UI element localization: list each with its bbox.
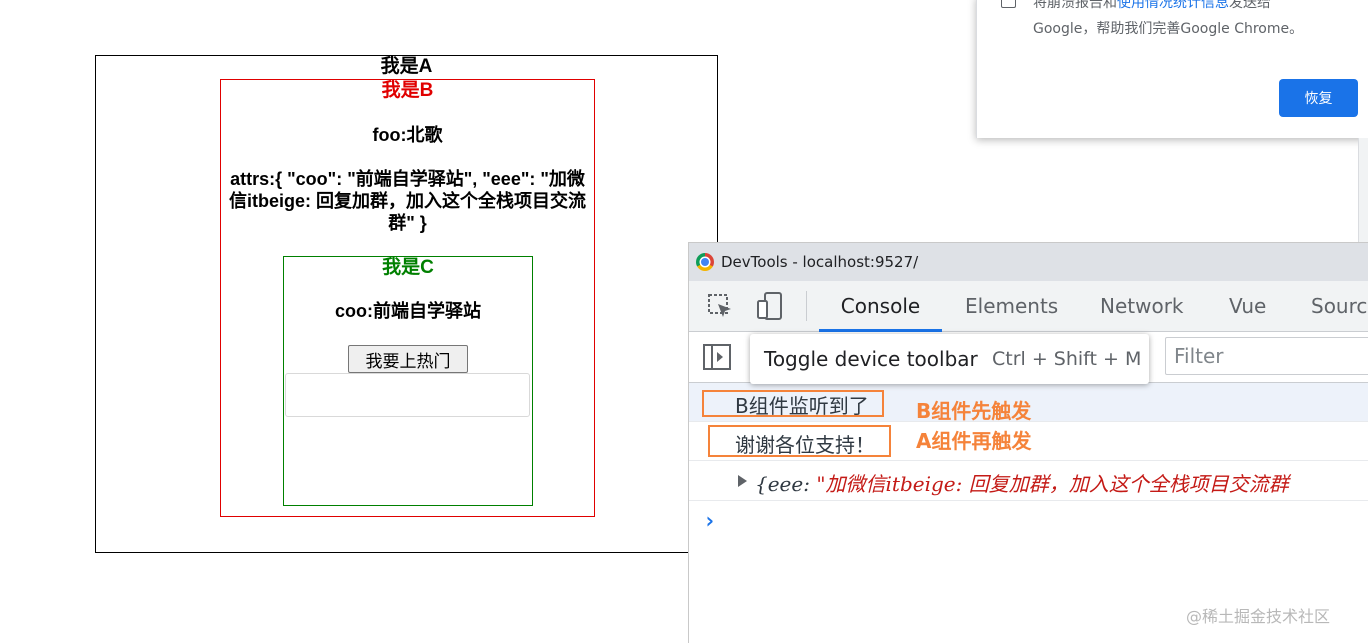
popup-message-suffix: 发送给 — [1229, 0, 1271, 11]
object-key: {eee: — [755, 472, 817, 496]
tooltip-shortcut: Ctrl + Shift + M — [992, 348, 1142, 370]
foo-text: foo:北歌 — [372, 125, 443, 145]
annotation-b-first: B组件先触发 — [916, 399, 1032, 423]
object-value: "加微信itbeige: 回复加群，加入这个全栈项目交流群 — [816, 472, 1289, 496]
restore-button[interactable]: 恢复 — [1279, 79, 1358, 117]
chrome-icon — [696, 253, 714, 271]
tab-network[interactable]: Network — [1100, 281, 1184, 331]
component-c-input[interactable] — [285, 373, 530, 417]
inspect-element-icon[interactable] — [705, 291, 735, 321]
watermark: @稀土掘金技术社区 — [1186, 607, 1331, 626]
devtools-window-title: DevTools - localhost:9527/ — [721, 253, 919, 271]
crash-report-checkbox[interactable] — [1001, 0, 1016, 8]
console-toolbar: Toggle device toolbar Ctrl + Shift + M — [689, 332, 1368, 384]
usage-stats-link[interactable]: 使用情况统计信息 — [1117, 0, 1229, 11]
tab-sources[interactable]: Sourc — [1311, 281, 1367, 331]
device-toolbar-icon[interactable] — [755, 291, 785, 321]
console-object-row[interactable]: {eee: "加微信itbeige: 回复加群，加入这个全栈项目交流群 — [689, 461, 1368, 501]
tab-console[interactable]: Console — [819, 281, 942, 332]
screenshot: 我是A 我是B foo:北歌 attrs:{ "coo": "前端自学驿站", … — [0, 0, 1368, 643]
tab-vue[interactable]: Vue — [1229, 281, 1266, 331]
expand-triangle-icon[interactable] — [738, 475, 747, 487]
annotation-box-a — [708, 425, 891, 457]
coo-text: coo:前端自学驿站 — [335, 301, 481, 321]
devtools-titlebar[interactable]: DevTools - localhost:9527/ — [689, 243, 1368, 281]
component-b-title: 我是B — [381, 80, 434, 101]
console-prompt-icon[interactable]: › — [703, 509, 716, 534]
annotation-a-second: A组件再触发 — [916, 429, 1032, 453]
popup-message-prefix: 将崩溃报告和 — [1033, 0, 1117, 11]
tab-elements[interactable]: Elements — [965, 281, 1058, 331]
tooltip-label: Toggle device toolbar — [764, 347, 978, 371]
console-object-preview: {eee: "加微信itbeige: 回复加群，加入这个全栈项目交流群 — [755, 468, 1289, 497]
popup-message-line1: 将崩溃报告和使用情况统计信息发送给 — [1033, 0, 1271, 10]
browser-scroll-strip — [1358, 138, 1368, 244]
crash-report-popup: 将崩溃报告和使用情况统计信息发送给 Google，帮助我们完善Google Ch… — [976, 0, 1368, 138]
devtools-tabbar: Console Elements Network Vue Sourc — [689, 281, 1368, 332]
toolbar-separator — [806, 291, 807, 321]
attrs-text: attrs:{ "coo": "前端自学驿站", "eee": "加微信itbe… — [228, 169, 586, 233]
annotation-box-b — [702, 390, 884, 417]
component-c-title: 我是C — [382, 257, 434, 278]
go-trending-button[interactable]: 我要上热门 — [348, 345, 468, 373]
device-toolbar-tooltip: Toggle device toolbar Ctrl + Shift + M — [750, 334, 1149, 384]
component-c-box: 我是C coo:前端自学驿站 我要上热门 — [283, 256, 533, 506]
console-sidebar-icon[interactable] — [703, 344, 731, 370]
popup-message-line2: Google，帮助我们完善Google Chrome。 — [1033, 21, 1304, 37]
component-a-title: 我是A — [380, 56, 433, 77]
console-filter-input[interactable] — [1165, 337, 1368, 375]
